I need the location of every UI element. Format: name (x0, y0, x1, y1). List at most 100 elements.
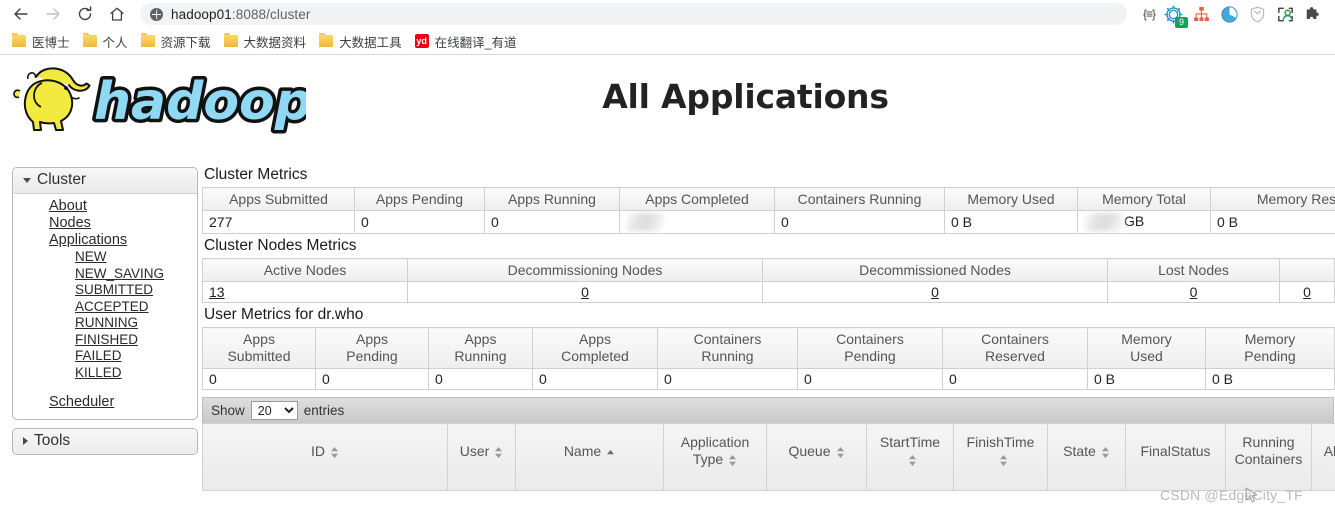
bookmark-item[interactable]: 大数据资料 (220, 30, 316, 53)
reload-icon[interactable] (70, 1, 100, 27)
table-row: 13 0 0 0 0 (202, 281, 1335, 304)
sort-both-icon (494, 446, 503, 459)
org-chart-icon[interactable] (1192, 5, 1211, 24)
val-user-containers-reserved: 0 (942, 368, 1088, 391)
bookmark-item[interactable]: 医博士 (8, 30, 79, 53)
col-state[interactable]: State (1047, 423, 1126, 492)
col-lost-nodes[interactable]: Lost Nodes (1107, 258, 1280, 283)
page-content: Cluster About Nodes Applications NEW NEW… (0, 159, 1335, 492)
sidebar-item-accepted[interactable]: ACCEPTED (13, 299, 197, 316)
decommissioning-nodes-link[interactable]: 0 (581, 284, 589, 300)
val-user-apps-running: 0 (428, 368, 533, 391)
decommissioned-nodes-link[interactable]: 0 (931, 284, 939, 300)
sidebar-item-new[interactable]: NEW (13, 249, 197, 266)
col-unhealthy-nodes[interactable] (1279, 258, 1335, 283)
sidebar-item-submitted[interactable]: SUBMITTED (13, 282, 197, 299)
col-apps-completed[interactable]: Apps Completed (619, 187, 775, 211)
active-nodes-link[interactable]: 13 (209, 284, 225, 300)
col-apps-running[interactable]: Apps Running (484, 187, 620, 211)
col-user-apps-pending[interactable]: Apps Pending (315, 327, 429, 370)
val-decommissioning-nodes: 0 (407, 281, 763, 304)
col-line-2: Pending (844, 348, 896, 365)
col-final-status[interactable]: FinalStatus (1125, 423, 1226, 492)
col-memory-reserved[interactable]: Memory Res (1210, 187, 1335, 211)
val-decommissioned-nodes: 0 (762, 281, 1108, 304)
browser-chrome: hadoop01:8088/cluster {≡} 9 医博士 个人 资源下载 … (0, 0, 1335, 55)
val-apps-completed (619, 210, 775, 235)
back-arrow-icon[interactable] (6, 1, 36, 27)
person-search-icon[interactable] (1276, 5, 1295, 24)
sidebar-cluster-header[interactable]: Cluster (13, 168, 197, 194)
col-decommissioning-nodes[interactable]: Decommissioning Nodes (407, 258, 763, 283)
col-line-2: Submitted (227, 348, 291, 365)
sidebar-item-scheduler[interactable]: Scheduler (13, 394, 197, 411)
col-decommissioned-nodes[interactable]: Decommissioned Nodes (762, 258, 1108, 283)
col-user-memory-pending[interactable]: Memory Pending (1205, 327, 1335, 370)
page-size-select[interactable]: 20 50 100 (250, 401, 298, 421)
col-active-nodes[interactable]: Active Nodes (202, 258, 408, 283)
lost-nodes-link[interactable]: 0 (1190, 284, 1198, 300)
col-line-1: Apps (243, 331, 275, 348)
col-name[interactable]: Name (515, 423, 664, 492)
col-line-2: Pending (346, 348, 398, 365)
col-memory-total[interactable]: Memory Total (1077, 187, 1211, 211)
col-user-containers-pending[interactable]: Containers Pending (797, 327, 943, 370)
val-lost-nodes: 0 (1107, 281, 1280, 304)
col-start-time[interactable]: StartTime (866, 423, 954, 492)
col-memory-used[interactable]: Memory Used (944, 187, 1078, 211)
forward-arrow-icon[interactable] (38, 1, 68, 27)
col-allocated[interactable]: All (1311, 423, 1335, 492)
col-user-apps-submitted[interactable]: Apps Submitted (202, 327, 316, 370)
col-user-containers-reserved[interactable]: Containers Reserved (942, 327, 1088, 370)
col-id[interactable]: ID (202, 423, 448, 492)
shield-icon[interactable] (1248, 5, 1267, 24)
col-line-1: Containers (981, 331, 1049, 348)
col-user-memory-used[interactable]: Memory Used (1087, 327, 1206, 370)
col-user-apps-completed[interactable]: Apps Completed (532, 327, 658, 370)
bookmark-label: 大数据工具 (339, 35, 402, 50)
home-icon[interactable] (102, 1, 132, 27)
sidebar-cluster-label: Cluster (37, 171, 87, 188)
col-line-2: Pending (1244, 348, 1296, 365)
col-user-apps-running[interactable]: Apps Running (428, 327, 533, 370)
sidebar-tools-header[interactable]: Tools (13, 429, 197, 454)
sidebar-item-applications[interactable]: Applications (13, 232, 197, 249)
sidebar-item-finished[interactable]: FINISHED (13, 332, 197, 349)
val-apps-running: 0 (484, 210, 620, 235)
col-apps-submitted[interactable]: Apps Submitted (202, 187, 355, 211)
hadoop-logo[interactable]: hadoop hadoop (0, 55, 346, 146)
col-finish-time[interactable]: FinishTime (953, 423, 1048, 492)
sort-both-icon (908, 454, 917, 467)
col-user[interactable]: User (447, 423, 516, 492)
val-user-apps-pending: 0 (315, 368, 429, 391)
unhealthy-nodes-link[interactable]: 0 (1303, 284, 1311, 300)
col-running-containers[interactable]: Running Containers (1225, 423, 1312, 492)
sidebar-item-about[interactable]: About (13, 198, 197, 215)
val-user-apps-completed: 0 (532, 368, 658, 391)
pie-chart-icon[interactable] (1220, 5, 1239, 24)
col-containers-running[interactable]: Containers Running (774, 187, 945, 211)
sidebar-item-failed[interactable]: FAILED (13, 348, 197, 365)
show-label: Show (211, 403, 245, 419)
bookmark-item[interactable]: 个人 (79, 30, 137, 53)
col-user-containers-running[interactable]: Containers Running (657, 327, 798, 370)
sidebar-item-running[interactable]: RUNNING (13, 315, 197, 332)
browser-toolbar: hadoop01:8088/cluster {≡} 9 (0, 0, 1335, 28)
gear-extension-icon[interactable]: 9 (1164, 4, 1188, 28)
col-line-2: Reserved (985, 348, 1045, 365)
address-bar[interactable]: hadoop01:8088/cluster (140, 3, 1127, 25)
bookmark-item[interactable]: 大数据工具 (315, 30, 411, 53)
col-queue[interactable]: Queue (766, 423, 867, 492)
hadoop-page: hadoop hadoop All Applications Cluster A… (0, 55, 1335, 492)
braces-icon[interactable]: {≡} (1143, 7, 1156, 21)
sort-both-icon (728, 454, 737, 467)
sidebar-item-new-saving[interactable]: NEW_SAVING (13, 266, 197, 283)
bookmark-item[interactable]: 资源下载 (137, 30, 220, 53)
sidebar-item-nodes[interactable]: Nodes (13, 215, 197, 232)
col-label: StartTime (879, 434, 941, 451)
col-apps-pending[interactable]: Apps Pending (354, 187, 485, 211)
sidebar-item-killed[interactable]: KILLED (13, 365, 197, 382)
puzzle-extensions-icon[interactable] (1304, 5, 1323, 24)
bookmark-item[interactable]: yd 在线翻译_有道 (411, 30, 526, 53)
col-application-type[interactable]: Application Type (663, 423, 767, 492)
